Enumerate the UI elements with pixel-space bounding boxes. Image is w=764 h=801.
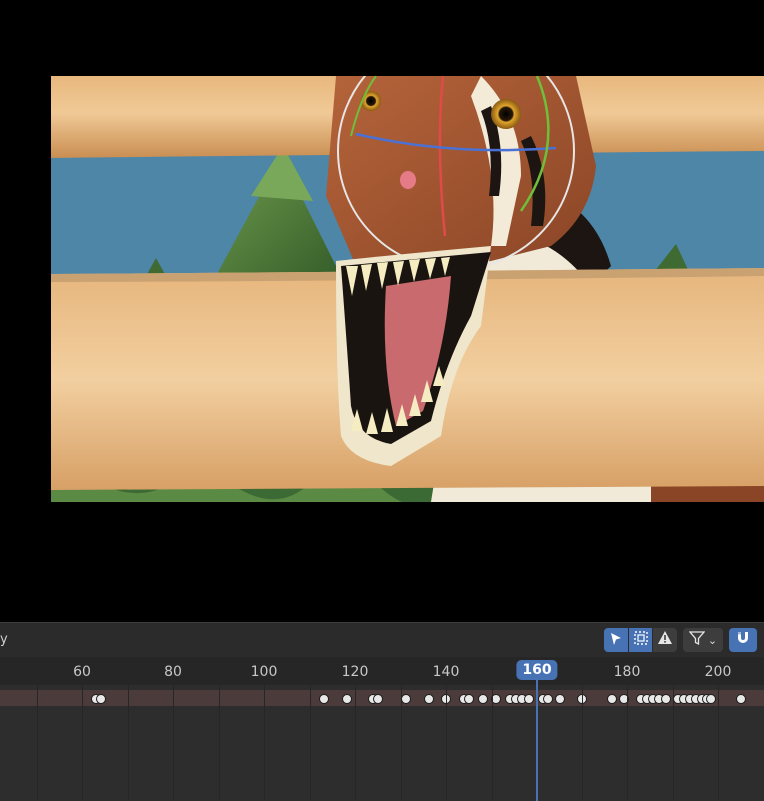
- timeline-header: y ⌄: [0, 622, 764, 658]
- cursor-arrow-icon: [609, 631, 623, 650]
- frame-ruler[interactable]: 60 80 100 120 140 180 200 160: [0, 657, 764, 685]
- keyframe-marker[interactable]: [543, 694, 553, 704]
- keyframe-marker[interactable]: [736, 694, 746, 704]
- grid-line: [82, 685, 83, 801]
- viewport-3d[interactable]: [0, 0, 764, 622]
- grid-line: [128, 685, 129, 801]
- keyframe-marker[interactable]: [96, 694, 106, 704]
- keyframe-marker[interactable]: [464, 694, 474, 704]
- grid-line: [582, 685, 583, 801]
- funnel-filter-icon: [688, 630, 706, 650]
- ruler-tick: 200: [704, 664, 732, 680]
- keyframe-marker[interactable]: [373, 694, 383, 704]
- keyframe-marker[interactable]: [401, 694, 411, 704]
- keyframe-marker[interactable]: [524, 694, 534, 704]
- magnet-snap-icon: [734, 629, 752, 651]
- grid-line: [492, 685, 493, 801]
- keyframe-marker[interactable]: [424, 694, 434, 704]
- grid-line: [673, 685, 674, 801]
- ruler-tick: 120: [341, 664, 369, 680]
- keyframe-marker[interactable]: [319, 694, 329, 704]
- ruler-tick: 140: [432, 664, 460, 680]
- select-tool-button[interactable]: [604, 628, 628, 652]
- keyframe-channels[interactable]: [0, 685, 764, 801]
- ruler-tick: 60: [73, 664, 91, 680]
- keyframe-marker[interactable]: [342, 694, 352, 704]
- grid-line: [37, 685, 38, 801]
- warning-icon: [657, 630, 673, 650]
- box-select-icon: [633, 630, 649, 650]
- keyframe-marker[interactable]: [706, 694, 716, 704]
- grid-line: [219, 685, 220, 801]
- grid-line: [718, 685, 719, 801]
- chevron-down-icon: ⌄: [707, 633, 718, 647]
- ruler-tick: 180: [613, 664, 641, 680]
- keyframe-marker[interactable]: [478, 694, 488, 704]
- grid-line: [401, 685, 402, 801]
- box-select-button[interactable]: [629, 628, 652, 652]
- warning-button[interactable]: [653, 628, 677, 652]
- keyframe-marker[interactable]: [555, 694, 565, 704]
- timeline-editor[interactable]: y ⌄ 60 80 100 120 140 180 200 160: [0, 622, 764, 801]
- current-frame-indicator[interactable]: 160: [516, 660, 558, 680]
- header-menu-label[interactable]: y: [0, 632, 8, 647]
- render-preview[interactable]: [51, 76, 764, 502]
- grid-line: [310, 685, 311, 801]
- ruler-tick: 80: [164, 664, 182, 680]
- select-tool-group: [604, 628, 677, 652]
- keyframe-marker[interactable]: [661, 694, 671, 704]
- grid-line: [173, 685, 174, 801]
- snap-toggle[interactable]: [729, 628, 757, 652]
- grid-line: [355, 685, 356, 801]
- grid-line: [264, 685, 265, 801]
- grid-line: [627, 685, 628, 801]
- keyframe-marker[interactable]: [607, 694, 617, 704]
- ruler-tick: 100: [250, 664, 278, 680]
- scene-illustration: [51, 76, 764, 502]
- playhead-line[interactable]: [536, 679, 538, 801]
- grid-line: [446, 685, 447, 801]
- filter-dropdown[interactable]: ⌄: [683, 628, 723, 652]
